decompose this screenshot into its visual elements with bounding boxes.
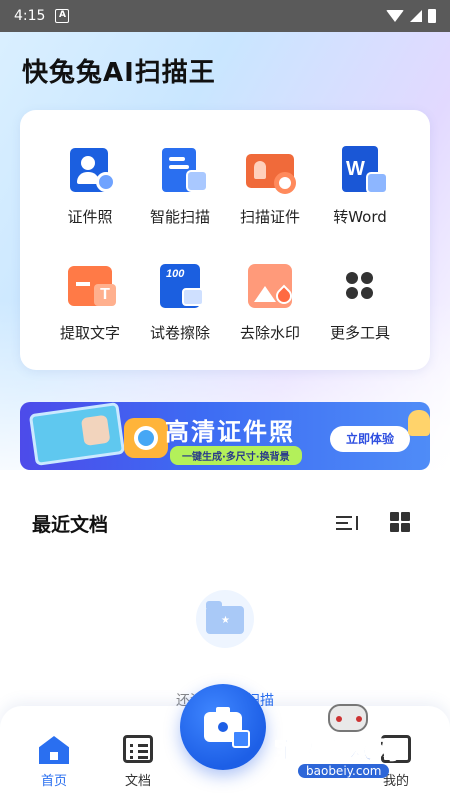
notification-icon: A (55, 9, 70, 23)
remove-watermark-icon (244, 260, 296, 312)
promo-banner[interactable]: 高清证件照 一键生成·多尺寸·换背景 立即体验 (20, 402, 430, 470)
id-card-illustration (28, 402, 126, 467)
recent-docs-title: 最近文档 (32, 514, 109, 536)
more-tools-icon (334, 260, 386, 312)
nav-home-label: 首页 (40, 774, 67, 789)
tool-label: 扫描证件 (239, 208, 300, 226)
tool-label: 去除水印 (239, 324, 300, 342)
watermark-url: baobeiy.com (298, 764, 390, 778)
tool-label: 更多工具 (329, 324, 390, 342)
extract-text-icon: T (64, 260, 116, 312)
documents-icon (123, 735, 153, 763)
tool-extract-text[interactable]: T 提取文字 (42, 260, 138, 343)
tool-label: 转Word (333, 208, 387, 226)
wifi-icon (386, 10, 404, 22)
tool-remove-watermark[interactable]: 去除水印 (222, 260, 318, 343)
tools-card: 证件照 智能扫描 扫描证件 W 转Word T 提取文字 100 试卷擦除 去除 (20, 110, 430, 370)
scan-icon (232, 730, 250, 748)
banner-subtitle: 一键生成·多尺寸·换背景 (170, 446, 302, 465)
tool-convert-word[interactable]: W 转Word (312, 144, 408, 227)
gamepad-icon (328, 704, 368, 732)
smart-scan-icon (154, 144, 208, 196)
id-photo-icon (64, 144, 116, 196)
tool-more-tools[interactable]: 更多工具 (312, 260, 408, 343)
sort-icon[interactable] (336, 512, 362, 534)
tool-label: 智能扫描 (149, 208, 210, 226)
status-bar: 4:15 A (0, 0, 450, 32)
status-time: 4:15 (14, 8, 46, 24)
nav-home[interactable]: 首页 (24, 734, 84, 789)
banner-cta-button[interactable]: 立即体验 (330, 426, 410, 452)
tool-exam-erase[interactable]: 100 试卷擦除 (132, 260, 228, 343)
signal-icon (410, 10, 422, 22)
nav-docs-label: 文档 (124, 774, 151, 789)
app-title: 快兔兔AI扫描王 (22, 58, 216, 88)
watermark-title: 宝贝游戏网 (274, 736, 399, 765)
tool-label: 证件照 (67, 208, 113, 226)
tool-label: 提取文字 (59, 324, 120, 342)
hand-icon (408, 410, 430, 436)
battery-icon (428, 9, 436, 23)
grid-view-icon[interactable] (390, 512, 410, 532)
status-right (386, 9, 436, 23)
nav-docs[interactable]: 文档 (108, 734, 168, 789)
empty-folder-illustration: ★ (196, 590, 254, 648)
site-watermark: 宝贝游戏网 baobeiy.com (268, 700, 448, 790)
tool-id-photo[interactable]: 证件照 (42, 144, 138, 227)
folder-icon: ★ (206, 601, 244, 634)
convert-word-icon: W (334, 144, 388, 196)
banner-title: 高清证件照 (165, 418, 295, 446)
home-icon (39, 736, 69, 764)
tool-label: 试卷擦除 (149, 324, 210, 342)
camera-scan-button[interactable] (180, 684, 266, 770)
scan-certificate-icon (244, 144, 296, 196)
tool-smart-scan[interactable]: 智能扫描 (132, 144, 228, 227)
exam-erase-icon: 100 (154, 260, 206, 312)
camera-illustration (124, 418, 168, 458)
tool-scan-certificate[interactable]: 扫描证件 (222, 144, 318, 227)
